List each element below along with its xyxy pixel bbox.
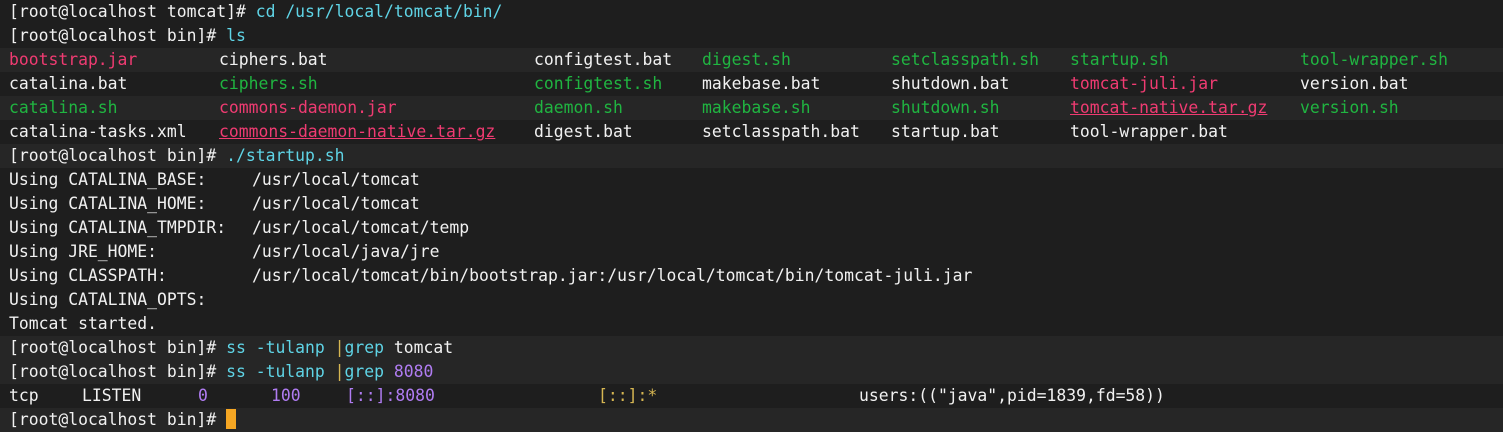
shell-prompt: [root@localhost bin]#: [9, 410, 227, 429]
file-entry: ciphers.bat: [219, 50, 328, 69]
shell-prompt: [root@localhost bin]#: [9, 338, 217, 357]
file-entry: setclasspath.sh: [891, 50, 1040, 69]
shell-prompt: [root@localhost bin]#: [9, 146, 217, 165]
file-entry: commons-daemon.jar: [219, 98, 397, 117]
file-entry: bootstrap.jar: [9, 50, 138, 69]
startup-command-line: [root@localhost bin]# ./startup.sh: [0, 144, 1503, 168]
grep-command: grep: [344, 362, 385, 381]
env-value: /usr/local/tomcat/bin/bootstrap.jar:/usr…: [252, 266, 973, 285]
env-key: Using CATALINA_OPTS:: [9, 290, 207, 309]
env-key: Using JRE_HOME:: [9, 242, 158, 261]
terminal-window[interactable]: [root@localhost tomcat]# cd /usr/local/t…: [0, 0, 1503, 432]
ss-field: 100: [271, 386, 301, 405]
ss-field: [::]:*: [598, 386, 658, 405]
ls-output-row: catalina.bat ciphers.sh configtest.sh makeb…: [0, 72, 1503, 96]
grep-argument: 8080: [384, 362, 434, 381]
ls-output-row: bootstrap.jar ciphers.bat configtest.bat di…: [0, 48, 1503, 72]
env-key: Using CLASSPATH:: [9, 266, 167, 285]
shell-prompt: [root@localhost tomcat]#: [9, 2, 246, 21]
file-entry: startup.sh: [1070, 50, 1169, 69]
file-entry: commons-daemon-native.tar.gz: [219, 122, 496, 141]
file-entry: configtest.sh: [534, 74, 663, 93]
ss-command-line: [root@localhost bin]# ss -tulanp |grep t…: [0, 336, 1503, 360]
command-text: ./startup.sh: [216, 146, 345, 165]
ss-field: LISTEN: [82, 386, 142, 405]
file-entry: makebase.bat: [702, 74, 821, 93]
tomcat-started-line: Tomcat started.: [0, 312, 1503, 336]
env-value: /usr/local/tomcat: [252, 194, 420, 213]
command-text: ls: [216, 26, 246, 45]
active-prompt-line: [root@localhost bin]#: [0, 408, 1503, 432]
env-key: Using CATALINA_BASE:: [9, 170, 207, 189]
pipe-operator: |: [334, 362, 345, 381]
file-entry: catalina-tasks.xml: [9, 122, 187, 141]
file-entry: daemon.sh: [534, 98, 623, 117]
file-entry: version.bat: [1300, 74, 1409, 93]
env-output-line: Using CATALINA_OPTS:: [0, 288, 1503, 312]
file-entry: tool-wrapper.bat: [1070, 122, 1228, 141]
file-entry: tomcat-native.tar.gz: [1070, 98, 1268, 117]
env-output-line: Using CATALINA_TMPDIR: /usr/local/tomcat/…: [0, 216, 1503, 240]
env-value: /usr/local/tomcat: [252, 170, 420, 189]
file-entry: shutdown.sh: [891, 98, 1000, 117]
file-entry: tomcat-juli.jar: [1070, 74, 1219, 93]
ss-output-row: tcp LISTEN 0 100 [::]:8080 [::]:* users:(("jav…: [0, 384, 1503, 408]
file-entry: digest.bat: [534, 122, 633, 141]
env-key: Using CATALINA_HOME:: [9, 194, 207, 213]
ls-output-row: catalina.sh commons-daemon.jar daemon.sh ma…: [0, 96, 1503, 120]
file-entry: setclasspath.bat: [702, 122, 860, 141]
file-entry: catalina.sh: [9, 98, 118, 117]
cd-command-line: [root@localhost tomcat]# cd /usr/local/t…: [0, 0, 1503, 24]
pipe-operator: |: [334, 338, 345, 357]
file-entry: digest.sh: [702, 50, 791, 69]
shell-prompt: [root@localhost bin]#: [9, 26, 217, 45]
env-output-line: Using JRE_HOME: /usr/local/java/jre: [0, 240, 1503, 264]
env-value: /usr/local/tomcat/temp: [252, 218, 470, 237]
file-entry: version.sh: [1300, 98, 1399, 117]
grep-argument: tomcat: [384, 338, 454, 357]
status-text: Tomcat started.: [9, 314, 158, 333]
file-entry: catalina.bat: [9, 74, 128, 93]
env-key: Using CATALINA_TMPDIR:: [9, 218, 227, 237]
ss-field: [::]:8080: [346, 386, 435, 405]
command-text: ss -tulanp: [216, 362, 335, 381]
ss-field: 0: [198, 386, 208, 405]
env-output-line: Using CATALINA_BASE: /usr/local/tomcat: [0, 168, 1503, 192]
file-entry: makebase.sh: [702, 98, 811, 117]
env-output-line: Using CLASSPATH: /usr/local/tomcat/bin/bo…: [0, 264, 1503, 288]
file-entry: ciphers.sh: [219, 74, 318, 93]
ls-output-row: catalina-tasks.xml commons-daemon-native.…: [0, 120, 1503, 144]
file-entry: startup.bat: [891, 122, 1000, 141]
shell-prompt: [root@localhost bin]#: [9, 362, 217, 381]
file-entry: configtest.bat: [534, 50, 673, 69]
env-output-line: Using CATALINA_HOME: /usr/local/tomcat: [0, 192, 1503, 216]
file-entry: tool-wrapper.sh: [1300, 50, 1449, 69]
env-value: /usr/local/java/jre: [252, 242, 440, 261]
command-text: cd /usr/local/tomcat/bin/: [245, 2, 503, 21]
ss-command-line: [root@localhost bin]# ss -tulanp |grep 8…: [0, 360, 1503, 384]
command-text: ss -tulanp: [216, 338, 335, 357]
grep-command: grep: [344, 338, 385, 357]
text-cursor[interactable]: [226, 409, 237, 429]
ss-field: tcp: [9, 386, 39, 405]
ls-command-line: [root@localhost bin]# ls: [0, 24, 1503, 48]
file-entry: shutdown.bat: [891, 74, 1010, 93]
ss-field: users:(("java",pid=1839,fd=58)): [859, 386, 1165, 405]
